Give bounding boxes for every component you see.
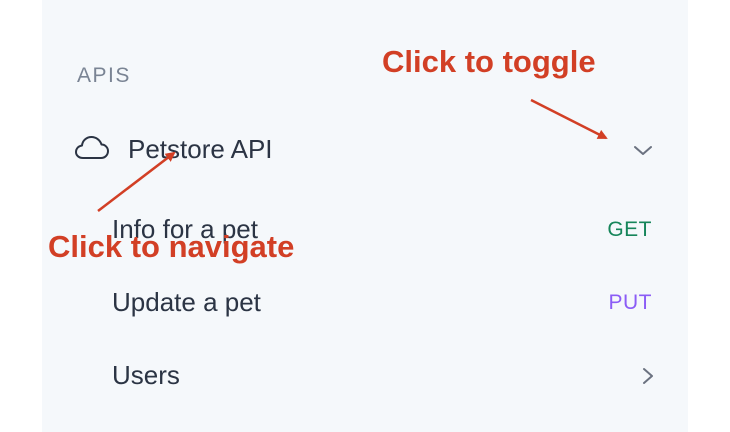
method-badge-get: GET <box>607 218 652 241</box>
chevron-right-icon[interactable] <box>638 364 658 388</box>
toggle-annotation: Click to toggle <box>382 44 596 79</box>
section-title: APIS <box>77 64 131 87</box>
sidebar-item-label: Users <box>112 360 180 390</box>
sidebar-group-petstore-api[interactable]: Petstore API <box>42 126 688 172</box>
chevron-down-icon[interactable] <box>630 138 656 162</box>
sidebar-item-label: Update a pet <box>112 287 261 317</box>
method-badge-put: PUT <box>608 291 652 314</box>
sidebar-item-users[interactable]: Users <box>42 352 688 398</box>
sidebar-item-update-a-pet[interactable]: Update a pet PUT <box>42 279 688 325</box>
cloud-icon <box>75 136 109 159</box>
page: APIS Petstore API Info for a pet GET Upd… <box>0 0 730 432</box>
sidebar-group-label: Petstore API <box>128 134 273 164</box>
navigate-annotation: Click to navigate <box>48 229 295 264</box>
